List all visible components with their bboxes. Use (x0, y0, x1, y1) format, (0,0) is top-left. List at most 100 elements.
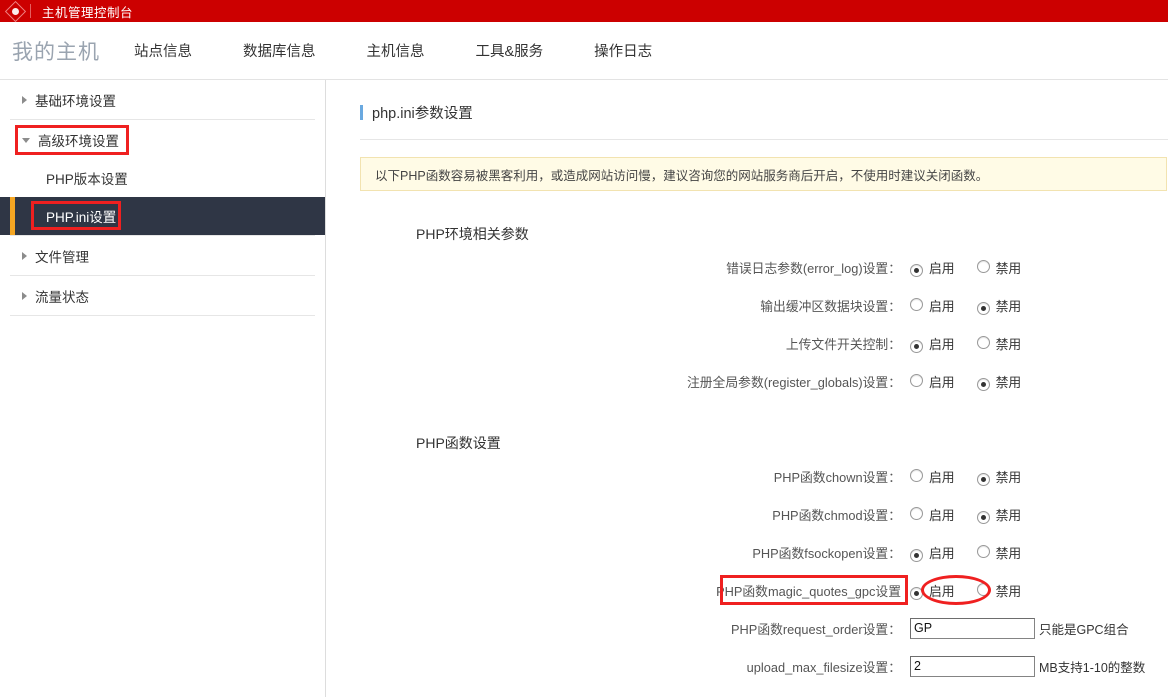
field-label: 输出缓冲区数据块设置： (760, 298, 901, 314)
radio-group-magic-quotes-gpc: 启用 禁用 (910, 581, 1021, 600)
radio-group-file-upload: 启用 禁用 (910, 334, 1021, 353)
radio-icon[interactable] (976, 472, 990, 486)
titlebar-divider (30, 4, 31, 18)
radio-option-label: 禁用 (995, 507, 1022, 523)
radio-option-label: 启用 (929, 336, 955, 352)
upload-max-filesize-hint: MB支持1-10的整数 (1039, 660, 1146, 675)
radio-option-enable[interactable]: 启用 (910, 581, 955, 600)
radio-option-label: 禁用 (995, 260, 1022, 276)
section-heading-php-env: PHP环境相关参数 (416, 226, 529, 242)
warning-notice-text: 以下PHP函数容易被黑客利用，或造成网站访问慢，建议咨询您的网站服务商后开启，不… (375, 168, 989, 183)
sidebar-group-file-manage: 文件管理 (10, 236, 315, 276)
radio-option-label: 启用 (929, 260, 955, 276)
app-title: 主机管理控制台 (42, 5, 134, 20)
radio-icon[interactable] (910, 548, 923, 562)
field-label: PHP函数chown设置： (773, 469, 901, 485)
radio-icon[interactable] (976, 259, 990, 273)
field-label: PHP函数chmod设置： (772, 507, 901, 523)
form-row-upload-max-filesize: upload_max_filesize设置： MB支持1-10的整数 (360, 647, 1168, 685)
request-order-control: 只能是GPC组合 (910, 617, 1129, 639)
form-row-fsockopen: PHP函数fsockopen设置： 启用 禁用 (360, 533, 1168, 571)
sidebar-group-basic-env: 基础环境设置 (10, 80, 315, 120)
radio-option-label: 禁用 (995, 545, 1022, 561)
radio-icon[interactable] (976, 377, 990, 391)
request-order-input[interactable] (910, 617, 1035, 639)
sidebar-item-php-ini[interactable]: PHP.ini设置 (0, 197, 325, 235)
sidebar-item-label: 高级环境设置 (38, 133, 119, 149)
tab-host-info[interactable]: 主机信息 (367, 40, 425, 61)
radio-option-disable[interactable]: 禁用 (976, 467, 1022, 486)
chevron-right-icon (22, 95, 27, 104)
page-title: php.ini参数设置 (360, 102, 1168, 139)
tab-site-info[interactable]: 站点信息 (134, 40, 192, 61)
field-label: 上传文件开关控制： (785, 336, 901, 352)
radio-option-label: 禁用 (995, 336, 1022, 352)
radio-option-disable[interactable]: 禁用 (976, 581, 1022, 600)
upload-max-filesize-input[interactable] (910, 655, 1035, 677)
upload-max-filesize-control: MB支持1-10的整数 (910, 655, 1146, 677)
logo (0, 0, 30, 22)
sidebar-item-php-version[interactable]: PHP版本设置 (10, 159, 315, 197)
radio-icon[interactable] (976, 301, 990, 315)
aliyun-diamond-icon (4, 0, 26, 22)
radio-icon[interactable] (910, 297, 923, 311)
sidebar-item-label: PHP.ini设置 (46, 210, 117, 225)
radio-option-enable[interactable]: 启用 (910, 505, 955, 524)
radio-option-label: 禁用 (995, 583, 1022, 599)
radio-icon[interactable] (976, 582, 990, 596)
main-panel: php.ini参数设置 以下PHP函数容易被黑客利用，或造成网站访问慢，建议咨询… (326, 80, 1168, 697)
radio-option-enable[interactable]: 启用 (910, 467, 955, 486)
radio-option-label: 启用 (929, 469, 955, 485)
field-label: 错误日志参数(error_log)设置： (726, 260, 901, 276)
radio-group-fsockopen: 启用 禁用 (910, 543, 1021, 562)
radio-option-label: 禁用 (995, 298, 1022, 314)
sidebar-item-basic-env[interactable]: 基础环境设置 (10, 80, 315, 119)
radio-option-disable[interactable]: 禁用 (976, 505, 1022, 524)
sidebar-item-advanced-env[interactable]: 高级环境设置 (10, 120, 315, 159)
radio-icon[interactable] (910, 373, 923, 387)
radio-icon[interactable] (976, 335, 990, 349)
radio-option-enable[interactable]: 启用 (910, 372, 955, 391)
radio-icon[interactable] (910, 263, 923, 277)
field-label: 注册全局参数(register_globals)设置： (686, 374, 901, 390)
field-label: upload_max_filesize设置： (746, 659, 901, 675)
radio-icon[interactable] (976, 510, 990, 524)
nav-brand: 我的主机 (12, 40, 100, 64)
radio-icon[interactable] (910, 468, 923, 482)
radio-option-enable[interactable]: 启用 (910, 543, 955, 562)
sidebar-item-file-manage[interactable]: 文件管理 (10, 236, 315, 275)
radio-option-enable[interactable]: 启用 (910, 258, 955, 277)
radio-option-disable[interactable]: 禁用 (976, 372, 1021, 391)
sidebar-item-label: PHP版本设置 (46, 172, 128, 187)
tab-database-info[interactable]: 数据库信息 (243, 40, 316, 61)
form-row-request-order: PHP函数request_order设置： 只能是GPC组合 (360, 609, 1168, 647)
radio-group-register-globals: 启用 禁用 (910, 372, 1021, 391)
radio-icon[interactable] (910, 586, 923, 600)
radio-option-disable[interactable]: 禁用 (976, 543, 1022, 562)
sidebar-item-traffic-status[interactable]: 流量状态 (10, 276, 315, 315)
radio-icon[interactable] (976, 544, 990, 558)
radio-option-disable[interactable]: 禁用 (976, 334, 1022, 353)
title-divider (360, 139, 1168, 140)
radio-option-label: 禁用 (995, 469, 1022, 485)
tab-operation-log[interactable]: 操作日志 (594, 40, 652, 61)
radio-group-chmod: 启用 禁用 (910, 505, 1021, 524)
radio-option-disable[interactable]: 禁用 (976, 258, 1022, 277)
page-title-text: php.ini参数设置 (372, 106, 473, 122)
radio-option-enable[interactable]: 启用 (910, 334, 955, 353)
sidebar-item-label: 流量状态 (35, 289, 89, 305)
radio-group-chown: 启用 禁用 (910, 467, 1021, 486)
field-label: PHP函数request_order设置： (731, 621, 901, 637)
sidebar-item-label: 基础环境设置 (35, 93, 116, 109)
form-row-chown: PHP函数chown设置： 启用 禁用 (360, 457, 1168, 495)
radio-option-disable[interactable]: 禁用 (976, 296, 1022, 315)
request-order-hint: 只能是GPC组合 (1039, 622, 1129, 637)
tab-tools-services[interactable]: 工具&服务 (476, 40, 544, 61)
form-row-file-upload: 上传文件开关控制： 启用 禁用 (360, 324, 1168, 362)
form-row-error-log: 错误日志参数(error_log)设置： 启用 禁用 (360, 248, 1168, 286)
radio-icon[interactable] (910, 339, 923, 353)
radio-icon[interactable] (910, 506, 923, 520)
warning-notice: 以下PHP函数容易被黑客利用，或造成网站访问慢，建议咨询您的网站服务商后开启，不… (360, 157, 1167, 191)
form-row-register-globals: 注册全局参数(register_globals)设置： 启用 禁用 (360, 362, 1168, 400)
radio-option-enable[interactable]: 启用 (910, 296, 955, 315)
